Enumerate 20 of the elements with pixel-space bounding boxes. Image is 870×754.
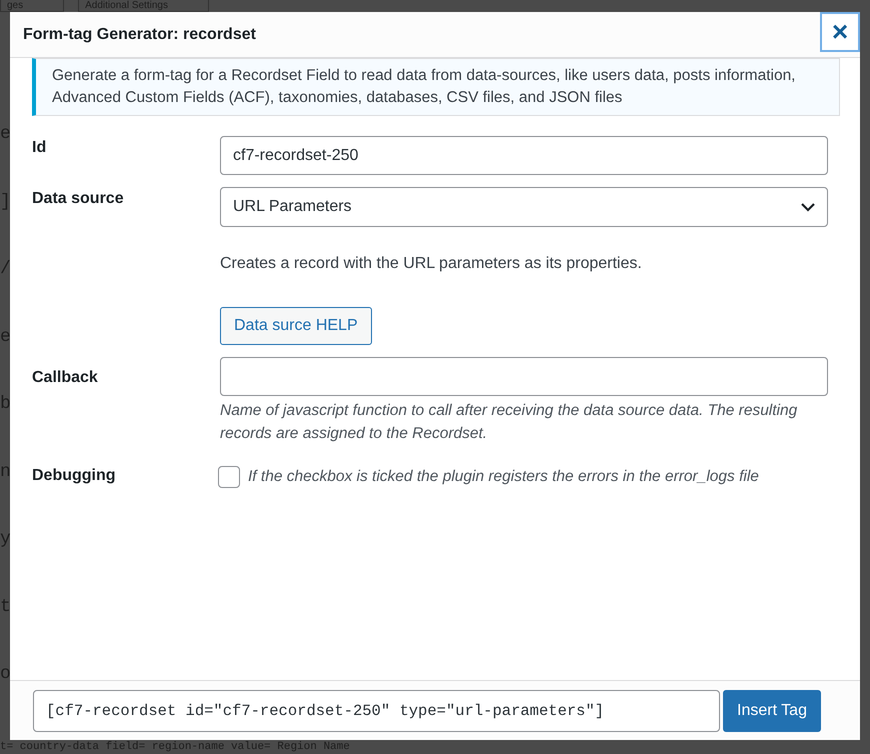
dialog-title: Form-tag Generator: recordset — [23, 26, 256, 44]
field-label: Debugging — [32, 466, 117, 486]
select-dropdown[interactable]: URL Parameters — [220, 187, 828, 227]
checkbox-hint: If the checkbox is ticked the plugin registers the errors in the error_logs file — [248, 467, 759, 487]
help-button[interactable]: Data surce HELP — [220, 307, 372, 345]
close-button[interactable]: × — [820, 12, 860, 52]
field-label: Id — [32, 138, 48, 158]
background-code-text: / — [0, 259, 11, 279]
tag-output-field[interactable]: [cf7-recordset id="cf7-recordset-250" type="url-parameters"] — [33, 690, 720, 732]
text-input[interactable] — [220, 357, 828, 396]
field-label: Data source — [32, 189, 125, 209]
text-input[interactable]: cf7-recordset-250 — [220, 136, 828, 175]
field-description: Creates a record with the URL parameters as its properties. — [220, 255, 642, 273]
chevron-down-icon — [801, 202, 815, 212]
field-label: Callback — [32, 368, 99, 388]
insert-tag-button[interactable]: Insert Tag — [723, 690, 821, 732]
field-hint: Name of javascript function to call after receiving the data source data. The resulting records are assigned to the Recordset. — [220, 401, 798, 444]
checkbox[interactable] — [218, 466, 240, 488]
info-notice: Generate a form-tag for a Recordset Field to read data from data-sources, like users data, posts information, Advanced Custom Fields (ACF), taxonomies, databases, CSV files, and JSON files — [32, 58, 840, 116]
background-code-text: ] — [0, 192, 11, 212]
